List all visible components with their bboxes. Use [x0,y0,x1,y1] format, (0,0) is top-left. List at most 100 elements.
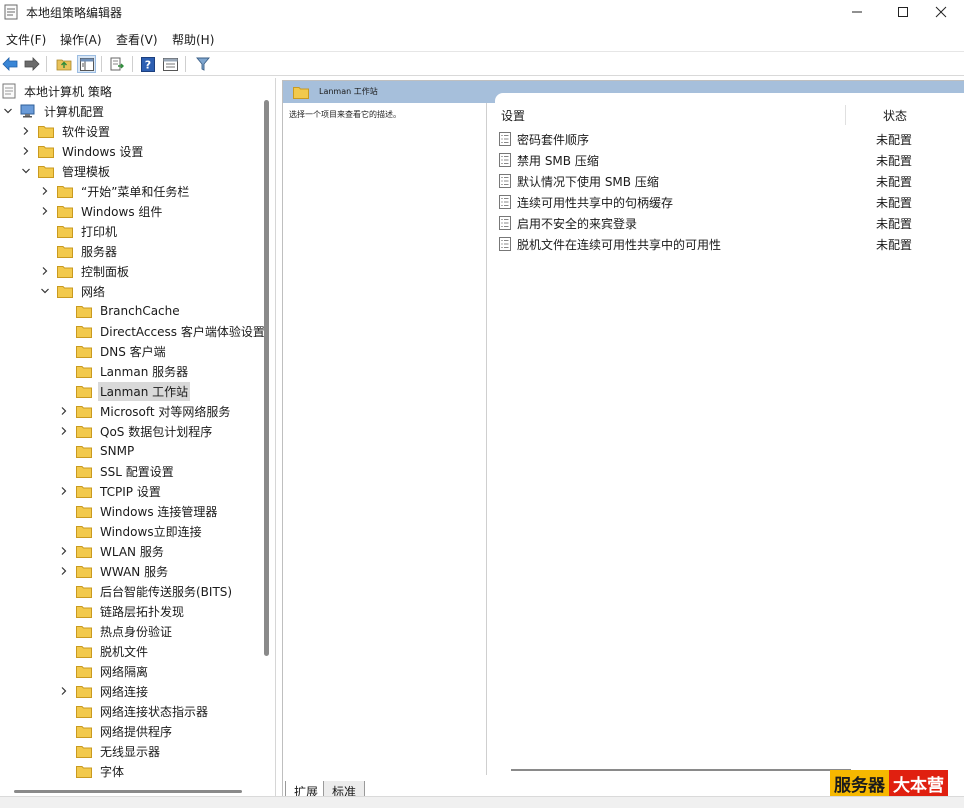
column-header-setting[interactable]: 设置 [501,107,525,124]
tree-label: 打印机 [81,224,118,239]
properties-view-icon [163,57,178,71]
tree-item-network-child[interactable]: Lanman 服务器 [58,361,190,381]
folder-icon [76,445,92,458]
setting-name: 连续可用性共享中的句柄缓存 [517,195,674,210]
setting-row[interactable]: 连续可用性共享中的句柄缓存 未配置 [499,192,959,212]
tree-item-network-child[interactable]: WWAN 服务 [58,561,170,581]
chevron-down-icon[interactable] [20,161,32,181]
close-button[interactable] [918,0,964,24]
tree-item-network-child[interactable]: Windows 连接管理器 [58,501,219,521]
folder-icon [76,345,92,358]
folder-icon [76,765,92,778]
tree-item-network-child[interactable]: DirectAccess 客户端体验设置 [58,321,267,341]
tree-item-network-child[interactable]: SSL 配置设置 [58,461,176,481]
tree-item-network-child[interactable]: 网络连接状态指示器 [58,701,210,721]
description-panel: 选择一个项目来查看它的描述。 [283,103,487,775]
tree-item-network-child[interactable]: Microsoft 对等网络服务 [58,401,232,421]
menu-bar: 文件(F) 操作(A) 查看(V) 帮助(H) [0,28,964,50]
folder-icon [76,565,92,578]
tree-item-network-child[interactable]: 热点身份验证 [58,621,174,641]
tree-item-windows-settings[interactable]: Windows 设置 [20,141,145,161]
column-divider[interactable] [845,105,846,125]
list-horizontal-scrollbar[interactable] [511,769,851,771]
setting-name: 密码套件顺序 [517,132,590,147]
tree-label: 控制面板 [81,264,130,279]
chevron-right-icon[interactable] [39,261,51,281]
chevron-right-icon[interactable] [39,181,51,201]
back-button[interactable] [0,55,19,73]
show-hide-tree-button[interactable] [77,55,96,73]
tree-label: Microsoft 对等网络服务 [100,404,231,419]
setting-row[interactable]: 脱机文件在连续可用性共享中的可用性 未配置 [499,234,959,254]
tree-item-root[interactable]: 本地计算机 策略 [2,81,114,101]
policy-setting-icon [499,216,511,230]
menu-view[interactable]: 查看(V) [116,31,158,48]
details-pane: Lanman 工作站 选择一个项目来查看它的描述。 设置 状态 密码套件顺序 未配… [282,80,964,796]
tree-horizontal-scrollbar[interactable] [14,790,242,793]
forward-button[interactable] [22,55,41,73]
tree-item-start-menu[interactable]: “开始”菜单和任务栏 [39,181,191,201]
column-header-state[interactable]: 状态 [883,107,907,124]
tree-item-network-child[interactable]: BranchCache [58,301,182,321]
tab-extended[interactable]: 扩展 [285,781,328,796]
tree-item-network-child[interactable]: Lanman 工作站 [58,381,191,401]
tree-item-software-settings[interactable]: 软件设置 [20,121,112,141]
policy-setting-icon [499,132,511,146]
chevron-right-icon[interactable] [58,681,70,701]
menu-action[interactable]: 操作(A) [60,31,102,48]
menu-file[interactable]: 文件(F) [6,31,46,48]
tree-item-network-child[interactable]: 网络连接 [58,681,150,701]
up-folder-icon [56,59,71,71]
tree-item-network-child[interactable]: Windows立即连接 [58,521,204,541]
tab-standard[interactable]: 标准 [323,781,366,796]
setting-row[interactable]: 启用不安全的来宾登录 未配置 [499,213,959,233]
up-one-level-button[interactable] [54,55,73,73]
chevron-right-icon[interactable] [58,401,70,421]
menu-help[interactable]: 帮助(H) [172,31,214,48]
help-button[interactable]: ? [138,55,157,73]
chevron-down-icon[interactable] [39,281,51,301]
tree-item-network-child[interactable]: WLAN 服务 [58,541,166,561]
chevron-right-icon[interactable] [58,561,70,581]
folder-icon [57,285,73,298]
tree-vertical-scrollbar[interactable] [264,100,269,656]
tree-item-network-child[interactable]: QoS 数据包计划程序 [58,421,214,441]
chevron-right-icon[interactable] [58,541,70,561]
minimize-button[interactable] [834,0,880,24]
computer-icon [20,104,35,118]
tree-item-network-child[interactable]: 脱机文件 [58,641,150,661]
chevron-right-icon[interactable] [20,141,32,161]
chevron-right-icon[interactable] [39,201,51,221]
toolbar: ? [0,51,964,76]
properties-view-button[interactable] [161,55,180,73]
window-title: 本地组策略编辑器 [26,6,123,20]
tree-label: 管理模板 [62,164,111,179]
tree-item-printers[interactable]: 打印机 [39,221,119,241]
tree-item-network-child[interactable]: 无线显示器 [58,741,162,761]
tree-item-network-child[interactable]: TCPIP 设置 [58,481,163,501]
tree-item-admin-templates[interactable]: 管理模板 [20,161,112,181]
tree-item-network-child[interactable]: DNS 客户端 [58,341,168,361]
folder-icon [76,725,92,738]
tree-item-network-child[interactable]: 网络隔离 [58,661,150,681]
tree-item-computer-config[interactable]: 计算机配置 [2,101,106,121]
chevron-right-icon[interactable] [58,481,70,501]
setting-row[interactable]: 密码套件顺序 未配置 [499,129,959,149]
tree-item-network-child[interactable]: 网络提供程序 [58,721,174,741]
chevron-right-icon[interactable] [58,421,70,441]
tree-item-windows-components[interactable]: Windows 组件 [39,201,164,221]
setting-row[interactable]: 默认情况下使用 SMB 压缩 未配置 [499,171,959,191]
tree-item-network-child[interactable]: SNMP [58,441,136,461]
tree-item-servers[interactable]: 服务器 [39,241,119,261]
tree-item-control-panel[interactable]: 控制面板 [39,261,131,281]
setting-row[interactable]: 禁用 SMB 压缩 未配置 [499,150,959,170]
tree-item-network-child[interactable]: 后台智能传送服务(BITS) [58,581,234,601]
filter-button[interactable] [193,55,212,73]
export-list-button[interactable] [108,55,127,73]
folder-icon [57,265,73,278]
chevron-right-icon[interactable] [20,121,32,141]
tree-item-network-child[interactable]: 字体 [58,761,126,781]
chevron-down-icon[interactable] [2,101,14,121]
tree-item-network[interactable]: 网络 [39,281,107,301]
tree-item-network-child[interactable]: 链路层拓扑发现 [58,601,186,621]
